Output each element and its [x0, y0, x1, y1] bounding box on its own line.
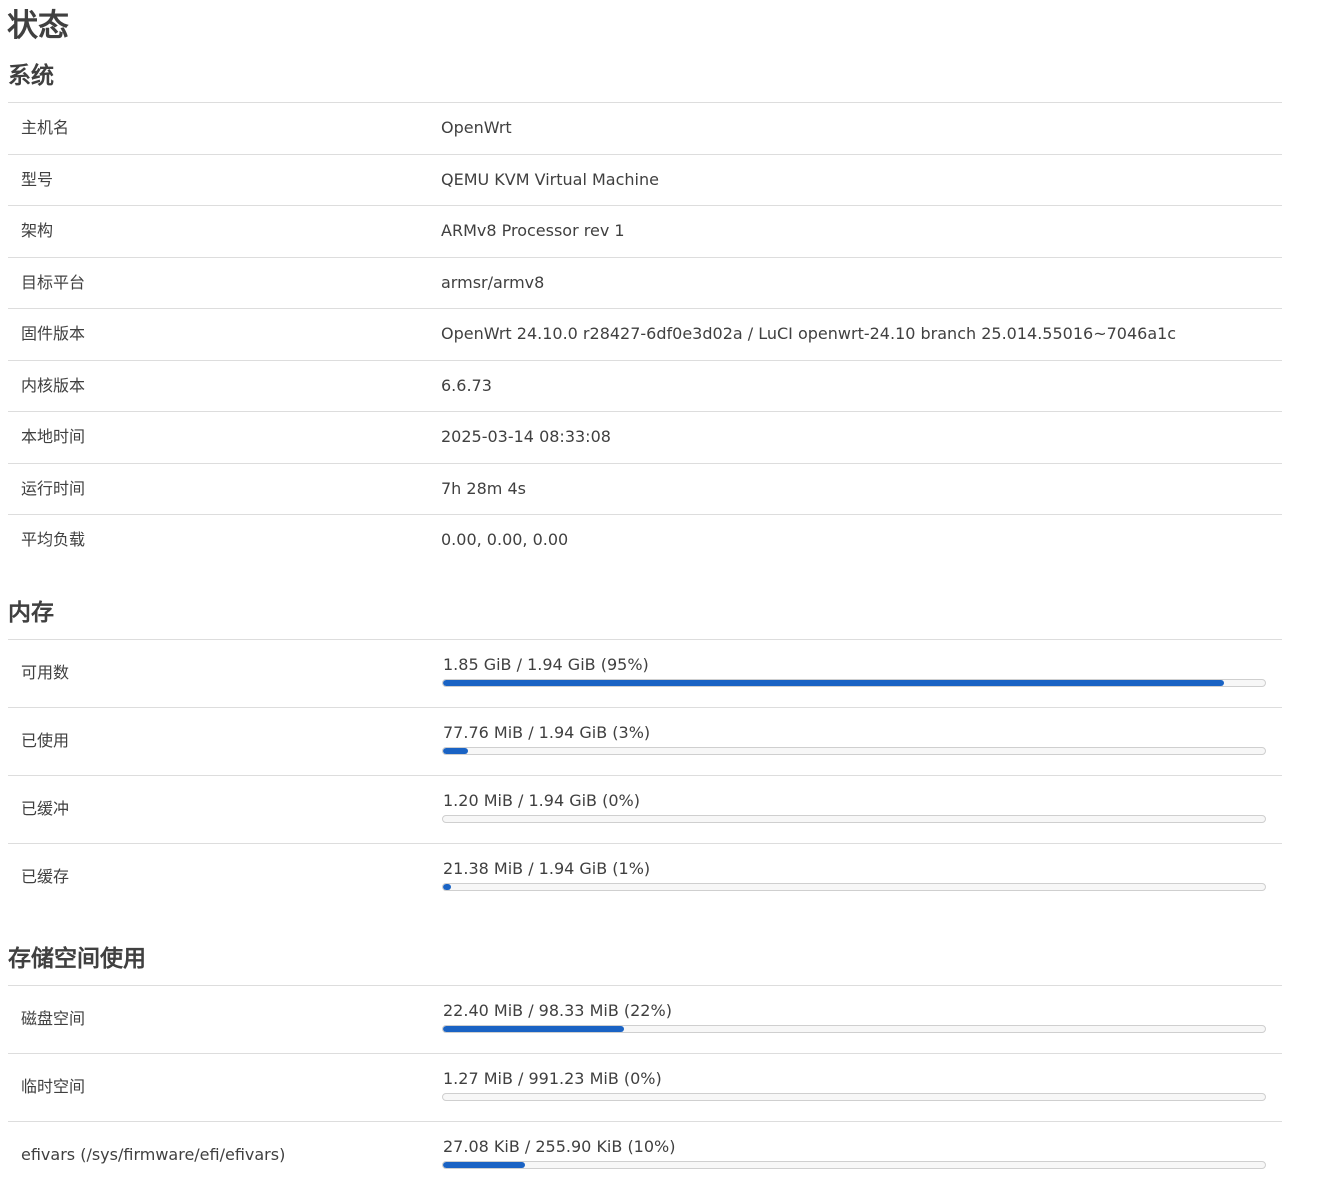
disk-space-label: 磁盘空间	[21, 1009, 86, 1028]
architecture-label: 架构	[21, 221, 54, 240]
progress-fill	[443, 1162, 526, 1168]
table-row-firmware-version: 固件版本 OpenWrt 24.10.0 r28427-6df0e3d02a /…	[8, 309, 1282, 361]
uptime-label: 运行时间	[21, 478, 86, 498]
hostname-value: OpenWrt	[441, 118, 512, 137]
memory-available-text: 1.85 GiB / 1.94 GiB (95%)	[443, 655, 649, 674]
table-row-uptime: 运行时间 7h 28m 4s	[8, 464, 1282, 515]
architecture-value: ARMv8 Processor rev 1	[441, 221, 625, 240]
memory-buffered-label: 已缓冲	[21, 799, 70, 818]
memory-cached-text: 21.38 MiB / 1.94 GiB (1%)	[443, 859, 651, 878]
memory-section-title: 内存	[8, 600, 54, 626]
system-section: 系统 主机名 OpenWrt 型号 QEMU KVM Virtual Machi…	[8, 60, 1282, 567]
memory-cached-progress	[442, 883, 1266, 891]
uptime-value: 7h 28m 4s	[441, 478, 526, 498]
table-row-memory-used: 已使用 77.76 MiB / 1.94 GiB (3%)	[8, 708, 1282, 776]
memory-section: 内存 可用数 1.85 GiB / 1.94 GiB (95%) 已使用 77.…	[8, 597, 1282, 912]
memory-buffered-text: 1.20 MiB / 1.94 GiB (0%)	[443, 791, 640, 810]
target-platform-value: armsr/armv8	[441, 272, 545, 292]
progress-fill	[443, 680, 1224, 686]
efivars-label: efivars (/sys/firmware/efi/efivars)	[21, 1145, 286, 1164]
memory-buffered-progress	[442, 815, 1266, 823]
table-row-target-platform: 目标平台 armsr/armv8	[8, 258, 1282, 309]
temp-space-progress	[442, 1093, 1266, 1101]
local-time-label: 本地时间	[21, 427, 86, 446]
target-platform-label: 目标平台	[21, 272, 86, 292]
table-row-architecture: 架构 ARMv8 Processor rev 1	[8, 206, 1282, 258]
memory-used-label: 已使用	[21, 731, 70, 750]
disk-space-text: 22.40 MiB / 98.33 MiB (22%)	[443, 1001, 672, 1020]
storage-table: 磁盘空间 22.40 MiB / 98.33 MiB (22%) 临时空间 1.…	[8, 985, 1282, 1190]
table-row-efivars: efivars (/sys/firmware/efi/efivars) 27.0…	[8, 1122, 1282, 1190]
memory-available-label: 可用数	[21, 663, 70, 682]
table-row-disk-space: 磁盘空间 22.40 MiB / 98.33 MiB (22%)	[8, 986, 1282, 1054]
firmware-version-value: OpenWrt 24.10.0 r28427-6df0e3d02a / LuCI…	[441, 324, 1177, 343]
local-time-value: 2025-03-14 08:33:08	[441, 427, 611, 446]
load-average-value: 0.00, 0.00, 0.00	[441, 530, 569, 549]
table-row-memory-available: 可用数 1.85 GiB / 1.94 GiB (95%)	[8, 640, 1282, 708]
table-row-local-time: 本地时间 2025-03-14 08:33:08	[8, 412, 1282, 464]
model-label: 型号	[21, 169, 54, 189]
memory-table: 可用数 1.85 GiB / 1.94 GiB (95%) 已使用 77.76 …	[8, 639, 1282, 912]
table-row-memory-buffered: 已缓冲 1.20 MiB / 1.94 GiB (0%)	[8, 776, 1282, 844]
temp-space-text: 1.27 MiB / 991.23 MiB (0%)	[443, 1069, 662, 1088]
model-value: QEMU KVM Virtual Machine	[441, 169, 659, 189]
table-row-model: 型号 QEMU KVM Virtual Machine	[8, 155, 1282, 206]
hostname-label: 主机名	[21, 118, 70, 137]
firmware-version-label: 固件版本	[21, 324, 86, 343]
table-row-hostname: 主机名 OpenWrt	[8, 103, 1282, 155]
progress-fill	[443, 1026, 624, 1032]
table-row-kernel-version: 内核版本 6.6.73	[8, 361, 1282, 412]
memory-used-text: 77.76 MiB / 1.94 GiB (3%)	[443, 723, 651, 742]
system-section-title: 系统	[8, 63, 54, 89]
memory-cached-label: 已缓存	[21, 867, 70, 886]
memory-available-progress	[442, 679, 1266, 687]
progress-fill	[443, 748, 468, 754]
progress-fill	[443, 884, 452, 890]
load-average-label: 平均负载	[21, 530, 86, 549]
memory-used-progress	[442, 747, 1266, 755]
page-title: 状态	[7, 8, 69, 44]
efivars-text: 27.08 KiB / 255.90 KiB (10%)	[443, 1137, 676, 1156]
table-row-temp-space: 临时空间 1.27 MiB / 991.23 MiB (0%)	[8, 1054, 1282, 1122]
efivars-progress	[442, 1161, 1266, 1169]
temp-space-label: 临时空间	[21, 1077, 86, 1096]
disk-space-progress	[442, 1025, 1266, 1033]
table-row-memory-cached: 已缓存 21.38 MiB / 1.94 GiB (1%)	[8, 844, 1282, 912]
kernel-version-value: 6.6.73	[441, 375, 492, 395]
system-table: 主机名 OpenWrt 型号 QEMU KVM Virtual Machine …	[8, 102, 1282, 567]
storage-section-title: 存储空间使用	[8, 946, 146, 972]
table-row-load-average: 平均负载 0.00, 0.00, 0.00	[8, 515, 1282, 567]
kernel-version-label: 内核版本	[21, 375, 86, 395]
storage-section: 存储空间使用 磁盘空间 22.40 MiB / 98.33 MiB (22%) …	[8, 943, 1282, 1190]
